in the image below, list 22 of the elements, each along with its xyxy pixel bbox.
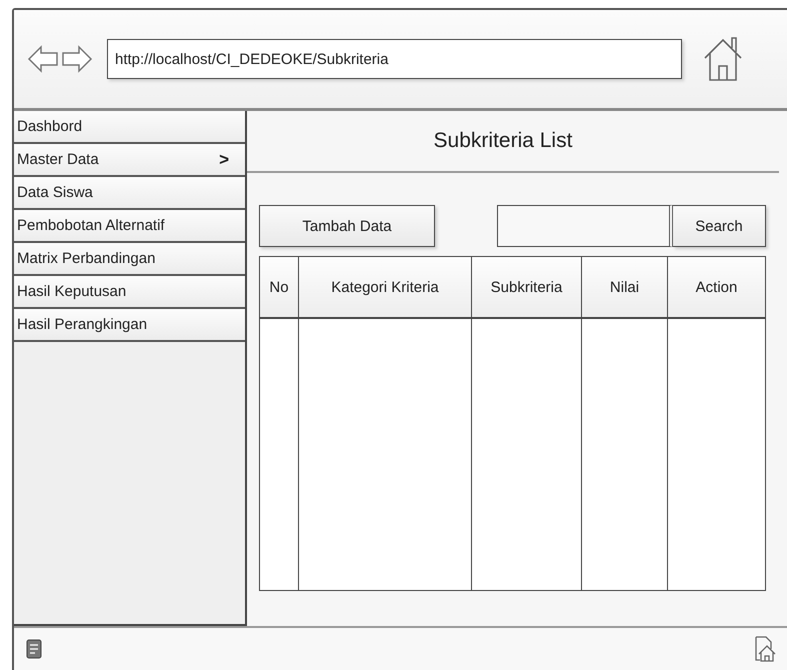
submenu-arrow: > bbox=[219, 150, 229, 170]
column-header: Kategori Kriteria bbox=[299, 257, 472, 317]
sidebar-item[interactable]: Data Siswa bbox=[14, 177, 245, 210]
column-header: No bbox=[260, 257, 299, 317]
sidebar-item[interactable]: Dashbord bbox=[14, 111, 245, 144]
sidebar-item[interactable]: Pembobotan Alternatif bbox=[14, 210, 245, 243]
column-header: Nilai bbox=[582, 257, 668, 317]
home-page-icon bbox=[754, 636, 776, 662]
back-forward-icon[interactable] bbox=[27, 44, 93, 74]
column-header: Subkriteria bbox=[472, 257, 582, 317]
sidebar-item[interactable]: Matrix Perbandingan bbox=[14, 243, 245, 276]
page-title: Subkriteria List bbox=[247, 111, 779, 173]
sidebar-item[interactable]: Hasil Perangkingan bbox=[14, 309, 245, 342]
column-header: Action bbox=[694, 278, 738, 298]
search-field[interactable] bbox=[497, 205, 673, 247]
home-icon[interactable] bbox=[702, 36, 744, 82]
document-icon bbox=[26, 639, 42, 659]
sidebar-item[interactable]: Master Data > bbox=[14, 144, 245, 177]
sidebar-item[interactable]: Hasil Keputusan bbox=[14, 276, 245, 309]
address-bar[interactable]: http://localhost/CI_DEDEOKE/Subkriteria bbox=[107, 39, 682, 79]
search-button[interactable]: Search bbox=[673, 205, 766, 247]
add-button[interactable]: Tambah Data bbox=[259, 205, 435, 247]
